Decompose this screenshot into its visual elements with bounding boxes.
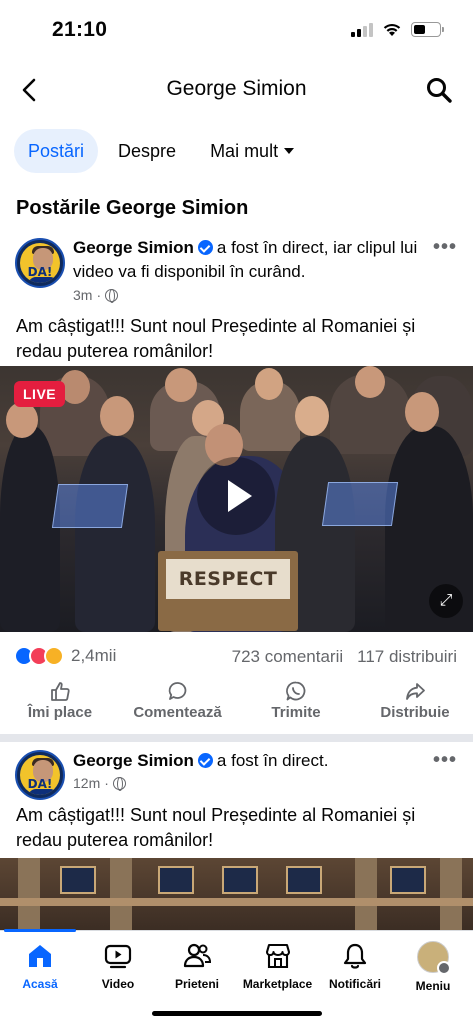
live-video-thumbnail[interactable] [0, 858, 473, 933]
more-options-icon[interactable]: ••• [433, 749, 457, 772]
meta-separator: · [104, 775, 109, 791]
post-actions: Îmi place Comentează Trimite Distribuie [0, 680, 473, 726]
live-badge: LIVE [14, 381, 66, 407]
tab-postari[interactable]: Postări [14, 129, 99, 173]
globe-icon [112, 776, 126, 791]
cellular-signal-icon [351, 22, 373, 37]
post-header: George Simion a fost în direct, iar clipu… [73, 236, 423, 284]
post-time[interactable]: 12m [73, 775, 100, 791]
post-meta: 3m · [73, 287, 119, 303]
verified-badge-icon [197, 240, 213, 255]
tab-notificari-label: Notificări [328, 977, 381, 991]
tab-acasa-label: Acasă [22, 977, 58, 991]
top-nav: George Simion [0, 64, 473, 114]
post-author[interactable]: George Simion [73, 238, 194, 257]
bell-icon [343, 943, 367, 969]
engagement-counts: 723 comentarii 117 distribuiri [232, 647, 457, 667]
post-meta: 12m · [73, 775, 126, 791]
globe-icon [105, 288, 119, 303]
home-indicator [152, 1011, 322, 1016]
active-tab-indicator [4, 929, 76, 932]
play-icon[interactable] [197, 457, 275, 535]
tab-prieteni-label: Prieteni [174, 977, 219, 991]
whatsapp-icon [286, 681, 306, 701]
caret-down-icon [284, 148, 295, 154]
video-icon [104, 944, 132, 969]
tab-acasa[interactable]: Acasă [0, 941, 80, 991]
avatar-logo-text: DA! [27, 777, 53, 791]
status-time: 21:10 [52, 18, 108, 41]
home-icon [29, 945, 51, 967]
like-button[interactable]: Îmi place [20, 680, 100, 721]
post-header: George Simion a fost în direct. [73, 749, 423, 773]
send-label: Trimite [271, 704, 321, 721]
avatar-logo-text: DA! [27, 265, 53, 279]
wifi-icon [383, 23, 401, 36]
menu-avatar-icon [417, 941, 451, 975]
page-title: George Simion [166, 77, 307, 100]
avatar[interactable]: DA! [15, 238, 65, 288]
search-icon[interactable] [425, 76, 453, 104]
reaction-count: 2,4mii [71, 646, 117, 665]
post-text: Am câștigat!!! Sunt noul Președinte al R… [16, 316, 416, 361]
tab-notificari[interactable]: Notificări [315, 941, 395, 991]
comment-icon [168, 682, 186, 700]
share-count[interactable]: 117 distribuiri [357, 647, 457, 667]
tab-mai-mult-label: Mai mult [210, 141, 279, 161]
post-divider [0, 734, 473, 742]
profile-tabs: Postări Despre Mai mult [14, 129, 308, 173]
menu-badge-icon [437, 961, 451, 975]
comment-count[interactable]: 723 comentarii [232, 647, 344, 667]
podium: RESPECT [158, 551, 298, 631]
post-time[interactable]: 3m [73, 287, 92, 303]
verified-badge-icon [197, 753, 213, 768]
avatar[interactable]: DA! [15, 750, 65, 800]
friends-icon [183, 943, 212, 968]
expand-icon[interactable]: ⤢ [429, 584, 463, 618]
marketplace-icon [265, 943, 290, 969]
haha-reaction-icon [44, 646, 64, 666]
podium-sign-text: RESPECT [166, 559, 290, 599]
like-label: Îmi place [27, 704, 93, 721]
status-bar: 21:10 [0, 0, 473, 60]
tab-marketplace-label: Marketplace [242, 977, 313, 991]
comment-button[interactable]: Comentează [125, 680, 230, 721]
reactions-summary[interactable]: 2,4mii [14, 646, 116, 666]
live-video[interactable]: RESPECT LIVE ⤢ [0, 366, 473, 632]
section-title: Postările George Simion [16, 197, 249, 219]
post-action-text: a fost în direct. [216, 751, 329, 770]
tab-despre[interactable]: Despre [104, 129, 190, 173]
status-icons [351, 22, 444, 37]
send-button[interactable]: Trimite [256, 680, 336, 721]
tab-video-label: Video [101, 977, 135, 991]
tab-video[interactable]: Video [78, 941, 158, 991]
share-icon [406, 683, 425, 700]
battery-icon [411, 22, 444, 37]
share-label: Distribuie [380, 704, 450, 721]
post-author[interactable]: George Simion [73, 751, 194, 770]
tab-meniu[interactable]: Meniu [393, 941, 473, 993]
tab-marketplace[interactable]: Marketplace [235, 941, 320, 991]
tab-prieteni[interactable]: Prieteni [157, 941, 237, 991]
bottom-tab-bar: Acasă Video Prieteni Marketplace Notific… [0, 929, 473, 1024]
thumbs-up-icon [51, 682, 70, 701]
comment-label: Comentează [133, 704, 222, 721]
tab-mai-mult[interactable]: Mai mult [196, 129, 308, 173]
post-text: Am câștigat!!! Sunt noul Președinte al R… [16, 805, 416, 850]
more-options-icon[interactable]: ••• [433, 236, 457, 259]
share-button[interactable]: Distribuie [370, 680, 460, 721]
meta-separator: · [96, 287, 102, 303]
tab-meniu-label: Meniu [415, 979, 451, 993]
